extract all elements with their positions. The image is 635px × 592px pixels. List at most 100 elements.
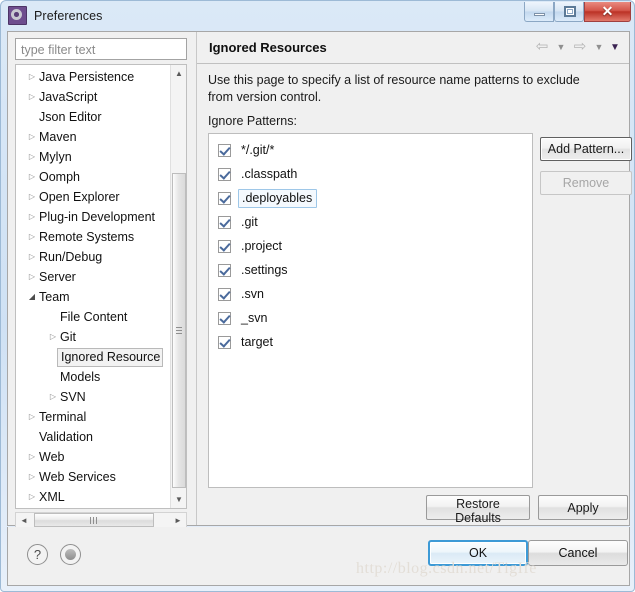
page-nav-icons: ⇦ ▼ ⇨ ▼ ▼ <box>533 39 621 55</box>
vertical-scroll-thumb[interactable] <box>172 173 186 488</box>
twisty-collapsed-icon[interactable]: ▷ <box>25 493 39 501</box>
preferences-page: Ignored Resources ⇦ ▼ ⇨ ▼ ▼ Use this pag… <box>196 32 632 525</box>
sidebar-item-java-persistence[interactable]: ▷ Java Persistence <box>16 67 171 87</box>
sidebar-item-label: Git <box>60 330 76 344</box>
pattern-checkbox[interactable] <box>218 167 231 181</box>
sidebar-item-oomph[interactable]: ▷ Oomph <box>16 167 171 187</box>
help-icon[interactable]: ? <box>27 544 48 565</box>
sidebar-item-server[interactable]: ▷ Server <box>16 267 171 287</box>
scroll-down-icon[interactable]: ▼ <box>171 491 186 508</box>
twisty-collapsed-icon[interactable]: ▷ <box>25 253 39 261</box>
preferences-gear-icon <box>8 6 27 25</box>
pattern-checkbox[interactable] <box>218 287 231 301</box>
sidebar-item-label: Java Persistence <box>39 70 135 84</box>
twisty-collapsed-icon[interactable]: ▷ <box>25 233 39 241</box>
sidebar-item-terminal[interactable]: ▷ Terminal <box>16 407 171 427</box>
twisty-collapsed-icon[interactable]: ▷ <box>25 93 39 101</box>
minimize-button[interactable] <box>524 2 554 22</box>
sidebar-item-label: XML <box>39 490 65 504</box>
pattern-checkbox[interactable] <box>218 191 231 205</box>
twisty-collapsed-icon[interactable]: ▷ <box>25 73 39 81</box>
restore-defaults-button[interactable]: Restore Defaults <box>426 495 530 525</box>
sidebar-item-team[interactable]: ◢ Team <box>16 287 171 307</box>
twisty-collapsed-icon[interactable]: ▷ <box>25 193 39 201</box>
sidebar-item-mylyn[interactable]: ▷ Mylyn <box>16 147 171 167</box>
pattern-row[interactable]: .project <box>209 234 532 258</box>
pattern-checkbox[interactable] <box>218 335 231 349</box>
add-pattern-button[interactable]: Add Pattern... <box>540 137 632 161</box>
twisty-collapsed-icon[interactable]: ▷ <box>25 153 39 161</box>
sidebar-item-label: SVN <box>60 390 86 404</box>
pattern-row[interactable]: .settings <box>209 258 532 282</box>
preferences-tree[interactable]: ▷ Java Persistence ▷ JavaScript Json Editor ▷… <box>15 64 187 509</box>
sidebar-item-svn[interactable]: ▷ SVN <box>16 387 171 407</box>
twisty-collapsed-icon[interactable]: ▷ <box>25 213 39 221</box>
back-history-chevron-down-icon[interactable]: ▼ <box>555 39 567 55</box>
twisty-collapsed-icon[interactable]: ▷ <box>25 413 39 421</box>
tree-vertical-scrollbar[interactable]: ▲ ▼ <box>170 65 186 508</box>
sidebar-item-web-services[interactable]: ▷ Web Services <box>16 467 171 487</box>
sidebar-item-validation[interactable]: Validation <box>16 427 171 447</box>
pattern-row[interactable]: target <box>209 330 532 354</box>
ignore-patterns-list[interactable]: */.git/* .classpath .deployables .git .proje… <box>208 133 533 488</box>
pattern-row[interactable]: */.git/* <box>209 138 532 162</box>
pattern-label: .project <box>241 239 282 253</box>
sidebar-item-file-content[interactable]: File Content <box>16 307 171 327</box>
sidebar-item-git[interactable]: ▷ Git <box>16 327 171 347</box>
sidebar-item-maven[interactable]: ▷ Maven <box>16 127 171 147</box>
maximize-button[interactable] <box>554 2 584 22</box>
back-arrow-icon[interactable]: ⇦ <box>533 39 551 55</box>
pattern-list-body: */.git/* .classpath .deployables .git .proje… <box>209 138 532 354</box>
twisty-collapsed-icon[interactable]: ▷ <box>46 333 60 341</box>
pattern-checkbox[interactable] <box>218 215 231 229</box>
scroll-right-icon[interactable]: ► <box>170 513 186 527</box>
pattern-row[interactable]: .classpath <box>209 162 532 186</box>
pattern-checkbox[interactable] <box>218 143 231 157</box>
scroll-left-icon[interactable]: ◄ <box>16 513 32 527</box>
filter-input[interactable] <box>15 38 187 60</box>
twisty-collapsed-icon[interactable]: ▷ <box>25 453 39 461</box>
pattern-row[interactable]: .deployables <box>209 186 532 210</box>
sidebar-item-remote-systems[interactable]: ▷ Remote Systems <box>16 227 171 247</box>
pattern-checkbox[interactable] <box>218 239 231 253</box>
sidebar-item-label: Json Editor <box>39 110 102 124</box>
sidebar-item-javascript[interactable]: ▷ JavaScript <box>16 87 171 107</box>
preferences-sidebar: ▷Java Persistence▷JavaScriptJson Editor▷… <box>8 32 194 528</box>
tree-horizontal-scrollbar[interactable]: ◄ ► <box>15 512 187 528</box>
twisty-collapsed-icon[interactable]: ▷ <box>25 173 39 181</box>
dialog-body: ▷Java Persistence▷JavaScriptJson Editor▷… <box>7 31 632 528</box>
sidebar-item-open-explorer[interactable]: ▷ Open Explorer <box>16 187 171 207</box>
sidebar-item-web[interactable]: ▷ Web <box>16 447 171 467</box>
twisty-expanded-icon[interactable]: ◢ <box>25 293 39 301</box>
sidebar-item-label: Models <box>60 370 101 384</box>
sidebar-item-xml[interactable]: ▷ XML <box>16 487 171 507</box>
cancel-button[interactable]: Cancel <box>528 540 628 566</box>
pattern-row[interactable]: .svn <box>209 282 532 306</box>
horizontal-scroll-thumb[interactable] <box>34 513 154 527</box>
sidebar-item-run-debug[interactable]: ▷ Run/Debug <box>16 247 171 267</box>
sidebar-item-models[interactable]: Models <box>16 367 171 387</box>
close-button[interactable]: ✕ <box>584 2 631 22</box>
pattern-checkbox[interactable] <box>218 263 231 277</box>
forward-arrow-icon[interactable]: ⇨ <box>571 39 589 55</box>
page-menu-chevron-down-icon[interactable]: ▼ <box>609 39 621 55</box>
twisty-collapsed-icon[interactable]: ▷ <box>25 133 39 141</box>
scroll-up-icon[interactable]: ▲ <box>171 65 186 82</box>
twisty-collapsed-icon[interactable]: ▷ <box>25 473 39 481</box>
watermark-text: http://blog.csdn.net/TigIfe <box>356 560 537 577</box>
sidebar-item-plug-in-development[interactable]: ▷ Plug-in Development <box>16 207 171 227</box>
pattern-row[interactable]: _svn <box>209 306 532 330</box>
sidebar-item-json-editor[interactable]: Json Editor <box>16 107 171 127</box>
forward-history-chevron-down-icon[interactable]: ▼ <box>593 39 605 55</box>
sidebar-item-ignored-resource[interactable]: Ignored Resource <box>16 347 171 367</box>
status-circle-icon[interactable] <box>60 544 81 565</box>
remove-button: Remove <box>540 171 632 195</box>
twisty-collapsed-icon[interactable]: ▷ <box>25 273 39 281</box>
apply-button[interactable]: Apply <box>538 495 628 520</box>
pattern-checkbox[interactable] <box>218 311 231 325</box>
pattern-label: _svn <box>241 311 268 325</box>
twisty-collapsed-icon[interactable]: ▷ <box>46 393 60 401</box>
page-description: Use this page to specify a list of resou… <box>208 73 580 104</box>
sidebar-item-label: Open Explorer <box>39 190 120 204</box>
pattern-row[interactable]: .git <box>209 210 532 234</box>
